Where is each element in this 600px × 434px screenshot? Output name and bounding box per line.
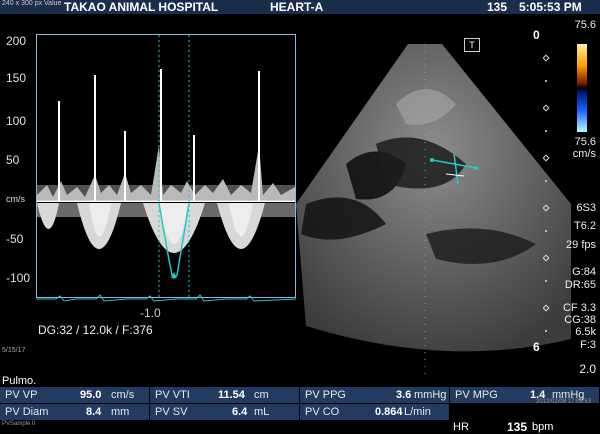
measurement-cell: PV CO 0.864 L/min [300,404,450,420]
measurement-value: 95.0 [80,389,102,401]
timestamp-stamp: 2012/02/08 17:05:53 [536,399,592,405]
hr-unit: bpm [532,421,554,433]
title-bar: 240 x 300 px Value TAKAO ANIMAL HOSPITAL… [0,0,600,14]
doppler-y-axis: 200 150 100 50 cm/s -50 -100 [0,34,36,298]
hr-row: PVSample 0 HR 135 bpm [0,420,600,434]
measurement-unit: L/min [404,406,431,418]
clock-time: 5:05:53 PM [519,0,582,14]
preset-name: HEART-A [270,0,324,14]
measurement-label: PV Diam [5,406,49,418]
measurement-cell: PV Diam 8.4 mm [0,404,150,420]
y-tick-label: 200 [6,34,27,48]
y-tick-label: 100 [6,114,27,128]
heart-rate-top: 135 [487,0,508,14]
x-tick-label: -1.0 [140,306,161,320]
side-text-2: PVSample 0 [2,421,36,427]
depth-bottom: 6 [533,340,540,354]
echo-image[interactable] [296,34,571,374]
caption-text: 240 x 300 px Value [2,0,62,7]
depth-top: 0 [533,28,540,42]
gain-value: G:84 [572,266,596,278]
doppler-spectrum-panel[interactable] [36,34,296,298]
zoom-value: 2.0 [579,362,596,376]
y-tick-label: -50 [6,232,24,246]
filter-value: F:3 [580,339,596,351]
measurement-cell: PV VP 95.0 cm/s [0,387,150,403]
color-scale-min: 75.6 [574,136,596,148]
y-axis-unit: cm/s [6,194,25,204]
measurement-unit: cm [254,389,269,401]
measurement-value: 0.864 [375,406,403,418]
color-scale-max: 75.6 [574,19,596,31]
measurement-unit: mm [111,406,130,418]
measurement-cell-empty: 2012/02/08 17:05:53 [450,399,600,420]
measurement-value: 8.4 [86,406,102,418]
y-tick-label: 50 [6,153,20,167]
color-scale-bar [577,44,587,132]
measurement-cell: PV PPG 3.6 mmHg [300,387,450,403]
depth-scale-dots [542,46,551,346]
measurement-value: 3.6 [396,389,412,401]
side-text: 5/15/17 [2,347,26,354]
measurement-label: PV VP [5,389,38,401]
measurement-table: PV VP 95.0 cm/s PV VTI 11.54 cm PV PPG 3… [0,377,600,434]
measurement-label: PV PPG [305,389,346,401]
hospital-name: TAKAO ANIMAL HOSPITAL [64,0,219,14]
transducer-name: 6S3 [576,202,596,214]
color-frequency: CF 3.3 [562,302,596,314]
y-tick-label: -100 [6,271,31,285]
hr-label: HR [453,421,469,433]
measurement-value: 6.4 [232,406,248,418]
measurement-value: 11.54 [218,389,245,401]
measurement-cell: PV SV 6.4 mL [150,404,300,420]
measurement-unit: mmHg [414,389,447,401]
doppler-spectrum [37,35,295,297]
imaging-mode: T6.2 [573,220,596,232]
measurement-cell: PV VTI 11.54 cm [150,387,300,403]
ecg-trace [36,290,297,302]
frame-rate: 29 fps [566,239,596,251]
orientation-marker-icon: T [464,38,480,52]
y-tick-label: 150 [6,71,27,85]
measurement-unit: cm/s [111,389,135,401]
prf-value: 6.5k [575,326,596,338]
dynamic-range: DR:65 [564,279,596,291]
measurement-label: PV VTI [155,389,190,401]
color-scale-unit: cm/s [572,148,596,160]
measurement-label: PV CO [305,406,340,418]
measurement-unit: mL [254,406,270,418]
doppler-settings: DG:32 / 12.0k / F:376 [38,323,153,337]
color-gain: CG:38 [564,314,596,326]
measurement-label: PV SV [155,406,188,418]
measurement-label: PV MPG [455,389,498,401]
